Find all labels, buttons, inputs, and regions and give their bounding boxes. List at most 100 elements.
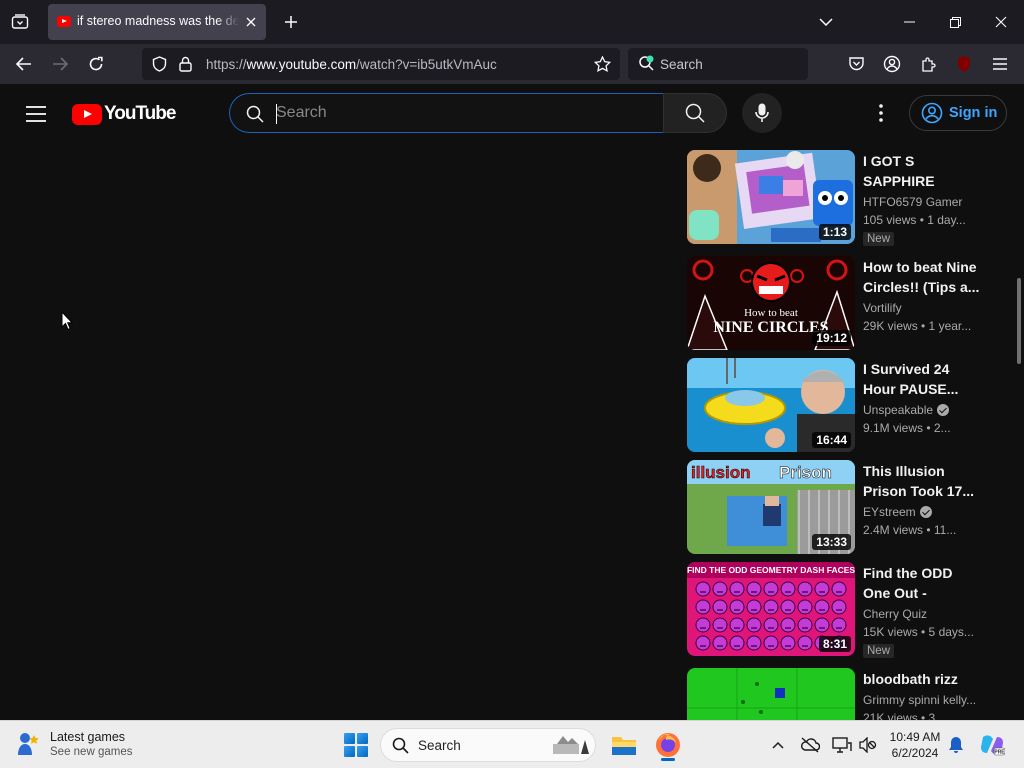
video-meta: 105 views • 1 day... <box>863 213 966 227</box>
clock-time: 10:49 AM <box>889 730 941 744</box>
lock-icon[interactable] <box>179 56 192 72</box>
volume-muted-icon[interactable] <box>850 727 886 763</box>
video-title[interactable]: bloodbath rizz <box>863 669 981 689</box>
pocket-icon[interactable] <box>844 52 868 76</box>
tab-close-icon[interactable] <box>242 13 260 31</box>
hamburger-menu-icon[interactable] <box>988 52 1012 76</box>
video-duration: 8:31 <box>818 636 851 652</box>
youtube-favicon-icon <box>57 16 71 27</box>
video-thumbnail[interactable]: 16:44 <box>687 358 855 452</box>
face-icon <box>831 581 847 597</box>
related-video-item[interactable]: 1:13 I GOT S SAPPHIRE Multi... HTFO6579 … <box>687 150 987 246</box>
restore-icon[interactable] <box>941 8 969 36</box>
new-badge: New <box>863 232 895 246</box>
face-icon <box>831 599 847 615</box>
related-video-item[interactable]: illusion Prison 13:33 This Illusion Pris… <box>687 460 987 556</box>
widgets-button[interactable]: Latest games See new games <box>16 729 176 761</box>
face-icon <box>814 617 830 633</box>
video-channel[interactable]: EYstreem <box>863 505 932 519</box>
face-icon <box>797 581 813 597</box>
copilot-icon[interactable]: PRE <box>974 727 1010 763</box>
face-icon <box>729 617 745 633</box>
back-arrow-icon[interactable] <box>12 52 36 76</box>
account-icon[interactable] <box>880 52 904 76</box>
taskbar-clock[interactable]: 10:49 AM 6/2/2024 <box>884 729 946 761</box>
video-channel[interactable]: Grimmy spinni kelly... <box>863 693 976 707</box>
thumbnail-text: FIND THE ODD GEOMETRY DASH FACES <box>687 565 855 575</box>
face-icon <box>746 581 762 597</box>
face-icon <box>746 599 762 615</box>
video-meta: 21K views • 3... <box>863 711 946 720</box>
start-windows-icon[interactable] <box>344 733 368 757</box>
thumbnail-text: Prison <box>779 463 832 482</box>
list-all-tabs-chevron-icon[interactable] <box>812 8 840 36</box>
related-video-item[interactable]: FIND THE ODD GEOMETRY DASH FACES 8:31 Fi… <box>687 562 987 658</box>
user-circle-icon <box>921 102 943 124</box>
channel-name: HTFO6579 Gamer <box>863 195 963 209</box>
youtube-search-box[interactable]: Search <box>229 93 663 133</box>
more-options-icon[interactable] <box>868 100 894 126</box>
reload-icon[interactable] <box>84 52 108 76</box>
mouse-cursor-icon <box>61 311 73 331</box>
minimize-icon[interactable] <box>895 8 923 36</box>
url-host: www.youtube.com <box>246 57 357 72</box>
url-text[interactable]: https://www.youtube.com/watch?v=ib5utkVm… <box>206 57 497 72</box>
verified-badge-icon <box>919 506 932 518</box>
video-title[interactable]: How to beat Nine Circles!! (Tips a... <box>863 257 981 297</box>
onedrive-offline-icon[interactable] <box>792 727 828 763</box>
thumbnail-text: illusion <box>691 463 751 482</box>
video-channel[interactable]: HTFO6579 Gamer <box>863 195 962 209</box>
page-scrollbar[interactable] <box>1017 278 1021 364</box>
browser-tab-active[interactable]: if stereo madness was the demon <box>48 4 266 40</box>
widget-subtitle: See new games <box>50 746 133 758</box>
related-video-item[interactable]: bloodbath rizz Grimmy spinni kelly... 21… <box>687 668 987 720</box>
url-bar[interactable]: https://www.youtube.com/watch?v=ib5utkVm… <box>142 48 620 80</box>
new-tab-icon[interactable] <box>280 11 302 33</box>
video-duration: 19:12 <box>812 330 851 346</box>
notifications-bell-icon[interactable] <box>938 727 974 763</box>
verified-badge-icon <box>937 404 950 416</box>
video-thumbnail[interactable]: 1:13 <box>687 150 855 244</box>
video-title[interactable]: This Illusion Prison Took 17... <box>863 461 981 501</box>
video-player-area[interactable] <box>0 142 680 720</box>
face-icon <box>780 635 796 651</box>
youtube-play-logo-icon <box>72 103 102 125</box>
browser-search-bar[interactable]: Search <box>628 48 808 80</box>
video-thumbnail[interactable]: How to beat NINE CIRCLES 19:12 <box>687 256 855 350</box>
tab-list-icon[interactable] <box>8 10 32 34</box>
search-icon <box>246 105 264 123</box>
tracking-protection-shield-icon[interactable] <box>152 56 167 72</box>
youtube-search-input[interactable]: Search <box>276 104 327 122</box>
sign-in-button[interactable]: Sign in <box>909 95 1007 131</box>
file-explorer-icon[interactable] <box>606 727 642 763</box>
firefox-icon[interactable] <box>650 727 686 763</box>
related-video-item[interactable]: How to beat NINE CIRCLES 19:12 How to be… <box>687 256 987 352</box>
video-thumbnail[interactable]: illusion Prison 13:33 <box>687 460 855 554</box>
video-meta: 15K views • 5 days... <box>863 625 974 639</box>
show-hidden-icons-chevron-icon[interactable] <box>760 727 796 763</box>
taskbar-search-box[interactable]: Search <box>380 728 596 762</box>
video-thumbnail[interactable] <box>687 668 855 720</box>
close-window-icon[interactable] <box>987 8 1015 36</box>
widget-title: Latest games <box>50 730 126 744</box>
face-icon <box>763 599 779 615</box>
extensions-puzzle-icon[interactable] <box>916 52 940 76</box>
video-channel[interactable]: Vortilify <box>863 301 902 315</box>
video-channel[interactable]: Unspeakable <box>863 403 950 417</box>
video-title[interactable]: I GOT S SAPPHIRE Multi... <box>863 151 981 191</box>
youtube-logo[interactable]: YouTube <box>72 103 176 125</box>
video-channel[interactable]: Cherry Quiz <box>863 607 927 621</box>
guide-menu-icon[interactable] <box>18 96 54 132</box>
bookmark-star-icon[interactable] <box>594 56 611 72</box>
video-title[interactable]: I Survived 24 Hour PAUSE... <box>863 359 981 399</box>
ublock-extension-icon[interactable] <box>952 52 976 76</box>
related-video-item[interactable]: 16:44 I Survived 24 Hour PAUSE... Unspea… <box>687 358 987 454</box>
url-scheme: https:// <box>206 57 247 72</box>
video-thumbnail[interactable]: FIND THE ODD GEOMETRY DASH FACES 8:31 <box>687 562 855 656</box>
voice-search-microphone-icon[interactable] <box>742 93 782 133</box>
face-icon <box>695 599 711 615</box>
windows-taskbar: Latest games See new games Search 10:49 … <box>0 720 1024 768</box>
forward-arrow-icon[interactable] <box>48 52 72 76</box>
video-title[interactable]: Find the ODD One Out - Geometry... <box>863 563 981 603</box>
youtube-search-button[interactable] <box>663 93 727 133</box>
